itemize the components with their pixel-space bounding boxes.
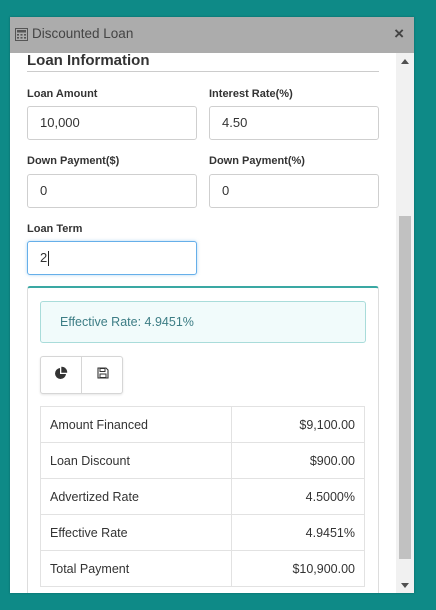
vertical-scrollbar[interactable] xyxy=(396,53,414,593)
scroll-up-arrow[interactable] xyxy=(396,53,414,69)
row-value: $9,100.00 xyxy=(230,406,366,443)
row-label: Amount Financed xyxy=(40,406,232,443)
row-label: Loan Discount xyxy=(40,442,232,479)
discounted-loan-window: Discounted Loan × Loan Information Loan … xyxy=(10,17,414,593)
save-button[interactable] xyxy=(82,357,123,393)
window-title: Discounted Loan xyxy=(32,26,134,41)
interest-rate-label: Interest Rate(%) xyxy=(209,88,293,100)
pie-chart-icon xyxy=(54,366,68,385)
loan-term-value: 2 xyxy=(40,250,48,265)
down-payment-percent-input[interactable]: 0 xyxy=(209,174,379,208)
down-payment-amount-input[interactable]: 0 xyxy=(27,174,197,208)
table-row: Effective Rate 4.9451% xyxy=(40,514,366,551)
text-caret xyxy=(48,251,50,267)
row-label: Effective Rate xyxy=(40,514,232,551)
loan-term-input[interactable]: 2 xyxy=(27,241,197,275)
window-titlebar[interactable]: Discounted Loan × xyxy=(10,17,414,53)
row-value: 4.5000% xyxy=(230,478,366,515)
row-label: Advertized Rate xyxy=(40,478,232,515)
pie-chart-button[interactable] xyxy=(41,357,82,393)
row-value: $900.00 xyxy=(230,442,366,479)
down-payment-percent-label: Down Payment(%) xyxy=(209,155,305,167)
table-row: Amount Financed $9,100.00 xyxy=(40,406,366,443)
interest-rate-input[interactable]: 4.50 xyxy=(209,106,379,140)
loan-amount-input[interactable]: 10,000 xyxy=(27,106,197,140)
row-label: Total Payment xyxy=(40,550,232,587)
results-panel: Effective Rate: 4.9451% Amount Financed … xyxy=(27,286,379,593)
section-title: Loan Information xyxy=(27,53,150,69)
loan-amount-label: Loan Amount xyxy=(27,88,98,100)
form-content: Loan Information Loan Amount 10,000 Inte… xyxy=(10,53,396,593)
table-row: Advertized Rate 4.5000% xyxy=(40,478,366,515)
results-table: Amount Financed $9,100.00 Loan Discount … xyxy=(40,406,366,587)
scroll-thumb[interactable] xyxy=(399,216,411,559)
row-value: 4.9451% xyxy=(230,514,366,551)
chart-save-button-group xyxy=(40,356,123,394)
section-divider xyxy=(27,71,379,72)
row-value: $10,900.00 xyxy=(230,550,366,587)
loan-term-label: Loan Term xyxy=(27,223,83,235)
effective-rate-alert: Effective Rate: 4.9451% xyxy=(40,301,366,343)
down-payment-amount-label: Down Payment($) xyxy=(27,155,120,167)
table-row: Loan Discount $900.00 xyxy=(40,442,366,479)
scroll-down-arrow[interactable] xyxy=(396,577,414,593)
save-icon xyxy=(96,366,109,384)
close-button[interactable]: × xyxy=(394,24,404,44)
calculator-icon xyxy=(15,28,28,41)
table-row: Total Payment $10,900.00 xyxy=(40,550,366,587)
